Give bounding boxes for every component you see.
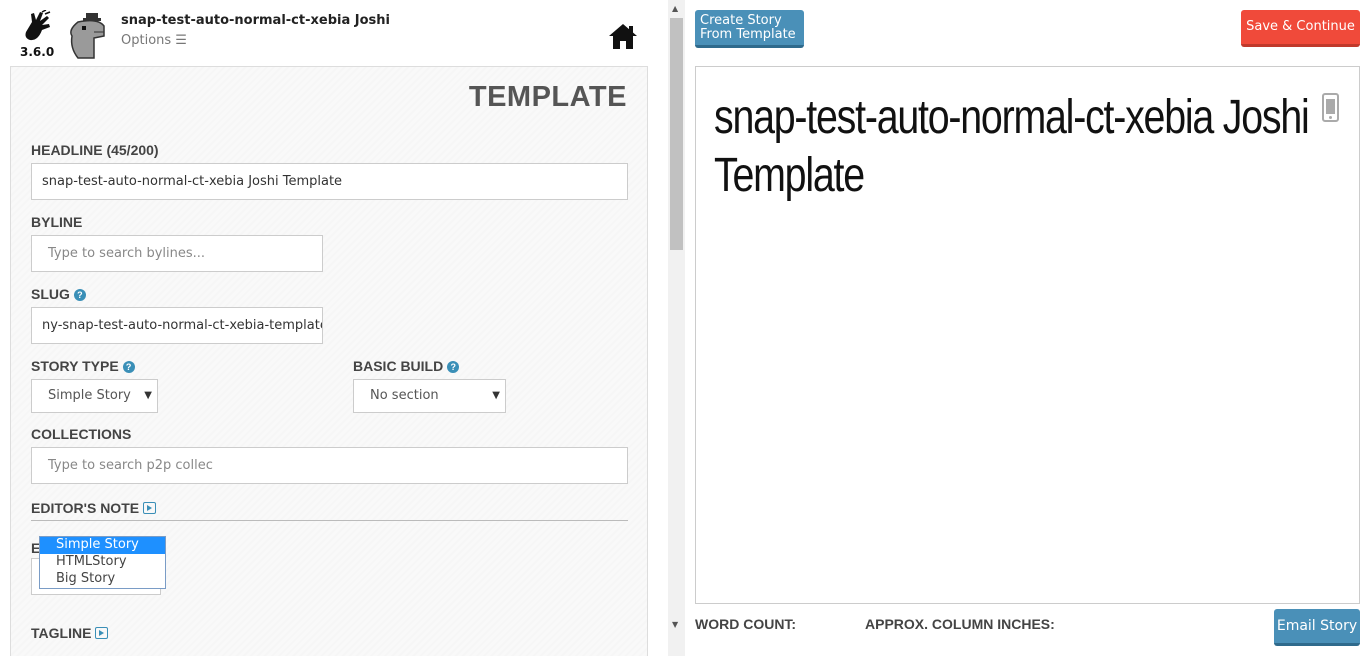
dropdown-option[interactable]: HTMLStory: [40, 554, 165, 571]
app-header: 3.6.0 snap-test-auto-normal-ct-xebia Jos…: [0, 0, 668, 66]
email-story-button[interactable]: Email Story: [1274, 609, 1360, 646]
column-inches-label: APPROX. COLUMN INCHES:: [865, 616, 1055, 632]
collections-search-input[interactable]: Type to search p2p collec: [31, 447, 628, 484]
save-continue-button[interactable]: Save & Continue: [1241, 10, 1360, 47]
slug-label: SLUG: [31, 286, 70, 302]
panel-heading: TEMPLATE: [468, 81, 627, 113]
mobile-preview-icon[interactable]: [1322, 93, 1339, 122]
preview-headline: snap-test-auto-normal-ct-xebia Joshi Tem…: [714, 91, 1310, 202]
basic-build-select[interactable]: No section ▼: [353, 379, 506, 413]
tagline-label-group: TAGLINE: [31, 625, 109, 641]
headline-label: HEADLINE (45/200): [31, 142, 159, 158]
story-type-select[interactable]: Simple Story ▼: [31, 379, 158, 413]
options-menu-link[interactable]: Options ☰: [121, 33, 187, 48]
slug-help-icon[interactable]: ?: [73, 289, 86, 301]
template-form-panel: TEMPLATE HEADLINE (45/200) snap-test-aut…: [10, 66, 648, 656]
story-type-value: Simple Story: [48, 388, 131, 403]
story-title: snap-test-auto-normal-ct-xebia Joshi: [121, 13, 390, 28]
scrollbar[interactable]: ▲ ▼: [668, 0, 685, 656]
slug-input[interactable]: ny-snap-test-auto-normal-ct-xebia-templa…: [31, 307, 323, 344]
collections-label: COLLECTIONS: [31, 426, 132, 442]
headline-input[interactable]: snap-test-auto-normal-ct-xebia Joshi Tem…: [31, 163, 628, 200]
basic-build-label-group: BASIC BUILD?: [353, 358, 460, 374]
create-story-from-template-button[interactable]: Create Story From Template: [695, 10, 804, 48]
word-count-label: WORD COUNT:: [695, 616, 797, 632]
basic-build-help-icon[interactable]: ?: [447, 361, 460, 373]
byline-search-input[interactable]: Type to search bylines...: [31, 235, 323, 272]
expand-play-icon[interactable]: [143, 502, 157, 514]
home-icon[interactable]: [607, 22, 639, 50]
editors-note-label: EDITOR'S NOTE: [31, 500, 140, 516]
dinosaur-mascot-icon: [70, 13, 105, 59]
scrollbar-thumb[interactable]: [670, 18, 683, 250]
story-preview: snap-test-auto-normal-ct-xebia Joshi Tem…: [695, 66, 1360, 604]
basic-build-label: BASIC BUILD: [353, 358, 444, 374]
story-type-dropdown-list: Simple Story HTMLStory Big Story: [39, 536, 166, 589]
basic-build-value: No section: [370, 388, 439, 403]
preview-pane: Create Story From Template Save & Contin…: [685, 0, 1370, 656]
scroll-up-arrow-icon[interactable]: ▲: [672, 4, 678, 13]
story-type-label: STORY TYPE: [31, 358, 119, 374]
snap-hand-logo-icon[interactable]: [22, 10, 52, 44]
dropdown-option[interactable]: Simple Story: [40, 537, 165, 554]
editor-pane: 3.6.0 snap-test-auto-normal-ct-xebia Jos…: [0, 0, 668, 656]
expand-play-icon[interactable]: [95, 627, 109, 639]
byline-label: BYLINE: [31, 214, 83, 230]
chevron-down-icon: ▼: [492, 390, 500, 401]
story-type-help-icon[interactable]: ?: [122, 361, 135, 373]
story-type-label-group: STORY TYPE?: [31, 358, 135, 374]
tagline-label: TAGLINE: [31, 625, 92, 641]
dropdown-option[interactable]: Big Story: [40, 571, 165, 588]
chevron-down-icon: ▼: [144, 390, 152, 401]
divider: [31, 520, 628, 521]
scroll-down-arrow-icon[interactable]: ▼: [672, 620, 678, 629]
editors-note-label-group: EDITOR'S NOTE: [31, 500, 157, 516]
app-version: 3.6.0: [20, 45, 55, 59]
slug-label-group: SLUG?: [31, 286, 86, 302]
